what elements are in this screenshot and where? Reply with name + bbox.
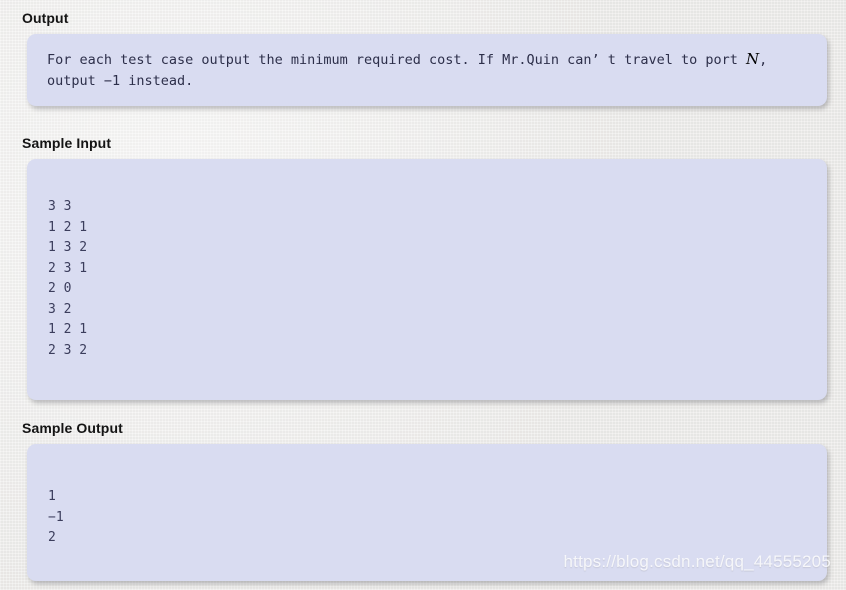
section-sample-output: Sample Output 1 −1 2 https://blog.csdn.n… [0,420,846,581]
sample-output-code: 1 −1 2 [48,489,64,545]
output-paragraph-part1: For each test case output the minimum re… [47,52,746,68]
sample-output-panel: 1 −1 2 https://blog.csdn.net/qq_44555205 [27,444,831,581]
sample-input-code: 3 3 1 2 1 1 3 2 2 3 1 2 0 3 2 1 2 1 2 3 … [48,199,88,358]
sample-input-section-title: Sample Input [22,135,112,151]
output-section-title: Output [22,10,69,26]
watermark-text: https://blog.csdn.net/qq_44555205 [563,552,831,571]
output-panel: For each test case output the minimum re… [27,34,827,106]
section-output: Output For each test case output the min… [0,10,846,106]
page-background: Output For each test case output the min… [0,0,846,590]
output-math-variable-n: N [745,50,760,68]
section-sample-input: Sample Input 3 3 1 2 1 1 3 2 2 3 1 2 0 3… [0,135,846,400]
sample-input-panel: 3 3 1 2 1 1 3 2 2 3 1 2 0 3 2 1 2 1 2 3 … [27,159,827,400]
output-paragraph: For each test case output the minimum re… [27,34,827,92]
sample-output-section-title: Sample Output [22,420,123,436]
